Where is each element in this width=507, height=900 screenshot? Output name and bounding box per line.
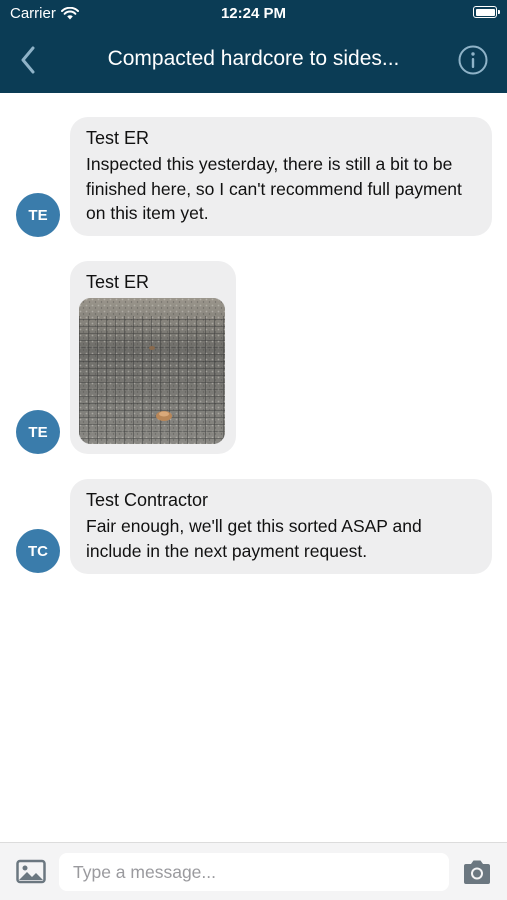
- camera-button[interactable]: [462, 858, 492, 886]
- photo-image: [79, 298, 225, 444]
- message-bubble: Test Contractor Fair enough, we'll get t…: [70, 479, 492, 574]
- message-list[interactable]: Test ER Inspected this yesterday, there …: [0, 93, 507, 842]
- chat-screen: Carrier 12:24 PM Compacted hardcore to s…: [0, 0, 507, 900]
- nav-bar: Compacted hardcore to sides...: [0, 34, 507, 86]
- gallery-button[interactable]: [16, 859, 46, 885]
- message-input[interactable]: [59, 853, 449, 891]
- chevron-left-icon: [21, 46, 35, 74]
- page-title: Compacted hardcore to sides...: [107, 47, 400, 70]
- avatar[interactable]: TC: [16, 529, 60, 573]
- status-bar: Carrier 12:24 PM: [0, 0, 507, 30]
- message-bubble: Test ER: [70, 261, 236, 454]
- back-button[interactable]: [12, 44, 44, 76]
- header: Carrier 12:24 PM Compacted hardcore to s…: [0, 0, 507, 93]
- image-icon: [16, 859, 46, 884]
- status-time: 12:24 PM: [220, 5, 287, 22]
- message-composer: [0, 842, 507, 900]
- avatar[interactable]: TE: [16, 410, 60, 454]
- camera-icon: [464, 860, 490, 884]
- info-button[interactable]: [457, 44, 489, 76]
- message-bubble: Test ER Inspected this yesterday, there …: [70, 117, 492, 236]
- message-sender: Test ER: [86, 128, 150, 148]
- message-sender: Test ER: [86, 272, 150, 292]
- message-text: Fair enough, we'll get this sorted ASAP …: [86, 516, 422, 561]
- message-sender: Test Contractor: [86, 490, 209, 510]
- message-photo[interactable]: [79, 298, 225, 444]
- message-text: Inspected this yesterday, there is still…: [86, 154, 462, 223]
- info-icon: [458, 45, 488, 75]
- battery-icon: [473, 6, 500, 18]
- avatar[interactable]: TE: [16, 193, 60, 237]
